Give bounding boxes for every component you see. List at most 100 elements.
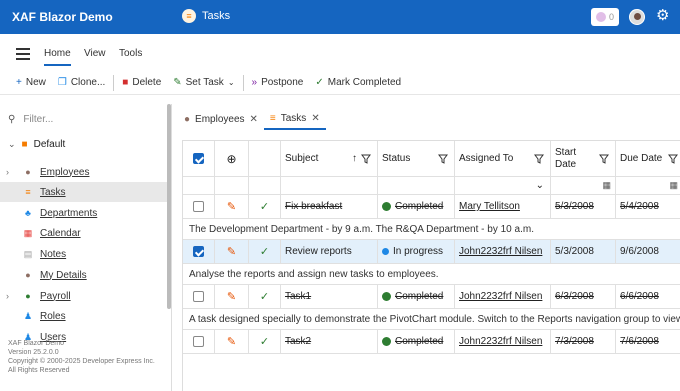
row-checkbox[interactable] bbox=[193, 201, 204, 212]
done-cell: ✓ bbox=[249, 330, 281, 353]
column-assigned-to-label: Assigned To bbox=[459, 153, 514, 164]
chevron-right-icon: › bbox=[6, 167, 9, 177]
filter-icon[interactable] bbox=[361, 154, 371, 164]
chevron-down-icon[interactable]: ⌄ bbox=[536, 180, 544, 191]
edit-cell: ✎ bbox=[215, 195, 249, 218]
column-start-date[interactable]: Start Date bbox=[551, 141, 616, 176]
sidebar-item-label: Tasks bbox=[40, 186, 66, 198]
assigned-to-filter[interactable]: ⌄ bbox=[455, 177, 551, 194]
sidebar-item-calendar[interactable]: ▦ Calendar bbox=[0, 223, 168, 243]
subject-filter[interactable] bbox=[281, 177, 378, 194]
page-title: ≡ Tasks bbox=[182, 9, 230, 23]
column-due-date[interactable]: Due Date bbox=[616, 141, 680, 176]
check-icon: ✓ bbox=[259, 201, 270, 213]
sidebar-item-employees[interactable]: › ● Employees bbox=[0, 162, 168, 182]
footer-line: XAF Blazor Demo bbox=[8, 340, 65, 347]
calendar-icon: ▦ bbox=[23, 227, 33, 238]
sidebar-scrollbar[interactable] bbox=[167, 104, 171, 309]
sort-ascending-icon[interactable]: ↑ bbox=[352, 153, 357, 164]
completed-icon bbox=[382, 337, 391, 346]
mark-completed-button[interactable]: ✓ Mark Completed bbox=[309, 73, 407, 93]
menu-icon[interactable] bbox=[16, 48, 30, 63]
sidebar-item-payroll[interactable]: › ● Payroll bbox=[0, 286, 168, 306]
app-title[interactable]: XAF Blazor Demo bbox=[12, 10, 113, 24]
table-row[interactable]: ✎ ✓ Task1 Completed John2232frf Nilsen 6… bbox=[183, 285, 680, 309]
assignee-link[interactable]: John2232frf Nilsen bbox=[459, 336, 542, 347]
gear-icon[interactable]: ⚙ bbox=[656, 8, 669, 24]
delete-button[interactable]: ■ Delete bbox=[116, 73, 167, 93]
start-date-filter[interactable]: ▦ bbox=[551, 177, 616, 194]
pencil-icon[interactable]: ✎ bbox=[227, 245, 236, 258]
tab-tools[interactable]: Tools bbox=[119, 48, 142, 59]
filter-icon[interactable] bbox=[534, 154, 544, 164]
my-details-icon: ● bbox=[25, 270, 31, 280]
tab-tasks[interactable]: ≡ Tasks ✕ bbox=[263, 108, 326, 130]
filter-icon[interactable] bbox=[668, 154, 678, 164]
nav-group-default[interactable]: ⌄ ■ Default bbox=[8, 139, 65, 150]
due-date-cell: 6/6/2008 bbox=[616, 285, 680, 308]
column-status[interactable]: Status bbox=[378, 141, 455, 176]
column-subject[interactable]: Subject ↑ bbox=[281, 141, 378, 176]
sidebar-item-label: Notes bbox=[40, 248, 67, 260]
add-row-icon[interactable]: ⊕ bbox=[226, 152, 236, 166]
filter-cell bbox=[183, 177, 215, 194]
document-tabs: ● Employees ✕ ≡ Tasks ✕ bbox=[178, 108, 326, 130]
check-icon: ✓ bbox=[259, 336, 270, 348]
select-all-checkbox[interactable] bbox=[193, 153, 204, 164]
new-button[interactable]: + New bbox=[10, 73, 52, 93]
sidebar-item-my-details[interactable]: ● My Details bbox=[0, 265, 168, 285]
sidebar-item-roles[interactable]: ♟ Roles bbox=[0, 306, 168, 326]
close-icon[interactable]: ✕ bbox=[250, 114, 258, 125]
calendar-icon[interactable]: ▦ bbox=[669, 180, 678, 191]
subject-cell: Task1 bbox=[281, 285, 378, 308]
in-progress-icon bbox=[382, 248, 389, 255]
column-due-date-label: Due Date bbox=[620, 153, 663, 164]
filter-icon[interactable] bbox=[599, 154, 609, 164]
tab-label: Employees bbox=[195, 113, 245, 125]
tab-view[interactable]: View bbox=[84, 48, 106, 59]
row-checkbox[interactable] bbox=[193, 336, 204, 347]
close-icon[interactable]: ✕ bbox=[311, 113, 319, 124]
tab-home[interactable]: Home bbox=[44, 48, 71, 66]
row-description: Analyse the reports and assign new tasks… bbox=[183, 264, 680, 285]
column-status-label: Status bbox=[382, 153, 411, 164]
departments-icon: ♣ bbox=[25, 208, 31, 218]
table-row[interactable]: ✎ ✓ Fix breakfast Completed Mary Tellits… bbox=[183, 195, 680, 219]
status-filter[interactable] bbox=[378, 177, 455, 194]
completed-icon bbox=[382, 202, 391, 211]
row-checkbox[interactable] bbox=[193, 246, 204, 257]
table-row[interactable]: ✎ ✓ Task2 Completed John2232frf Nilsen 7… bbox=[183, 330, 680, 354]
calendar-icon[interactable]: ▦ bbox=[602, 180, 611, 191]
sidebar-item-notes[interactable]: ▤ Notes bbox=[0, 244, 168, 264]
avatar[interactable] bbox=[629, 9, 645, 25]
assigned-to-cell: John2232frf Nilsen bbox=[455, 330, 551, 353]
sidebar-item-label: Roles bbox=[40, 310, 66, 322]
status-cell: In progress bbox=[378, 240, 455, 263]
row-select-cell bbox=[183, 330, 215, 353]
assignee-link[interactable]: John2232frf Nilsen bbox=[459, 291, 542, 302]
grid-header-row: ⊕ Subject ↑ Status Assigned To Start Dat… bbox=[183, 141, 680, 177]
table-row[interactable]: ✎ ✓ Review reports In progress John2232f… bbox=[183, 240, 680, 264]
assignee-link[interactable]: Mary Tellitson bbox=[459, 201, 520, 212]
clone-button[interactable]: ❐ Clone... bbox=[52, 73, 111, 93]
footer-line: Copyright © 2000-2025 Developer Express … bbox=[8, 358, 155, 365]
tab-employees[interactable]: ● Employees ✕ bbox=[178, 108, 264, 130]
assignee-link[interactable]: John2232frf Nilsen bbox=[459, 246, 542, 257]
new-row-cell: ⊕ bbox=[215, 141, 249, 176]
sidebar-item-tasks[interactable]: ≡ Tasks bbox=[0, 182, 168, 202]
sidebar-item-departments[interactable]: ♣ Departments bbox=[0, 203, 168, 223]
row-checkbox[interactable] bbox=[193, 291, 204, 302]
notifications-button[interactable]: 0 bbox=[591, 8, 619, 26]
column-assigned-to[interactable]: Assigned To bbox=[455, 141, 551, 176]
postpone-button[interactable]: » Postpone bbox=[246, 73, 310, 93]
pencil-icon[interactable]: ✎ bbox=[227, 290, 236, 303]
check-icon: ✓ bbox=[259, 246, 270, 258]
chevron-down-icon: ⌄ bbox=[8, 139, 16, 149]
pencil-icon[interactable]: ✎ bbox=[227, 335, 236, 348]
filter-field[interactable]: ⚲ Filter... bbox=[8, 110, 164, 128]
due-date-filter[interactable]: ▦ bbox=[616, 177, 680, 194]
set-task-button[interactable]: ✎ Set Task ⌄ bbox=[167, 73, 240, 93]
set-task-label: Set Task bbox=[185, 77, 224, 88]
filter-icon[interactable] bbox=[438, 154, 448, 164]
pencil-icon[interactable]: ✎ bbox=[227, 200, 236, 213]
